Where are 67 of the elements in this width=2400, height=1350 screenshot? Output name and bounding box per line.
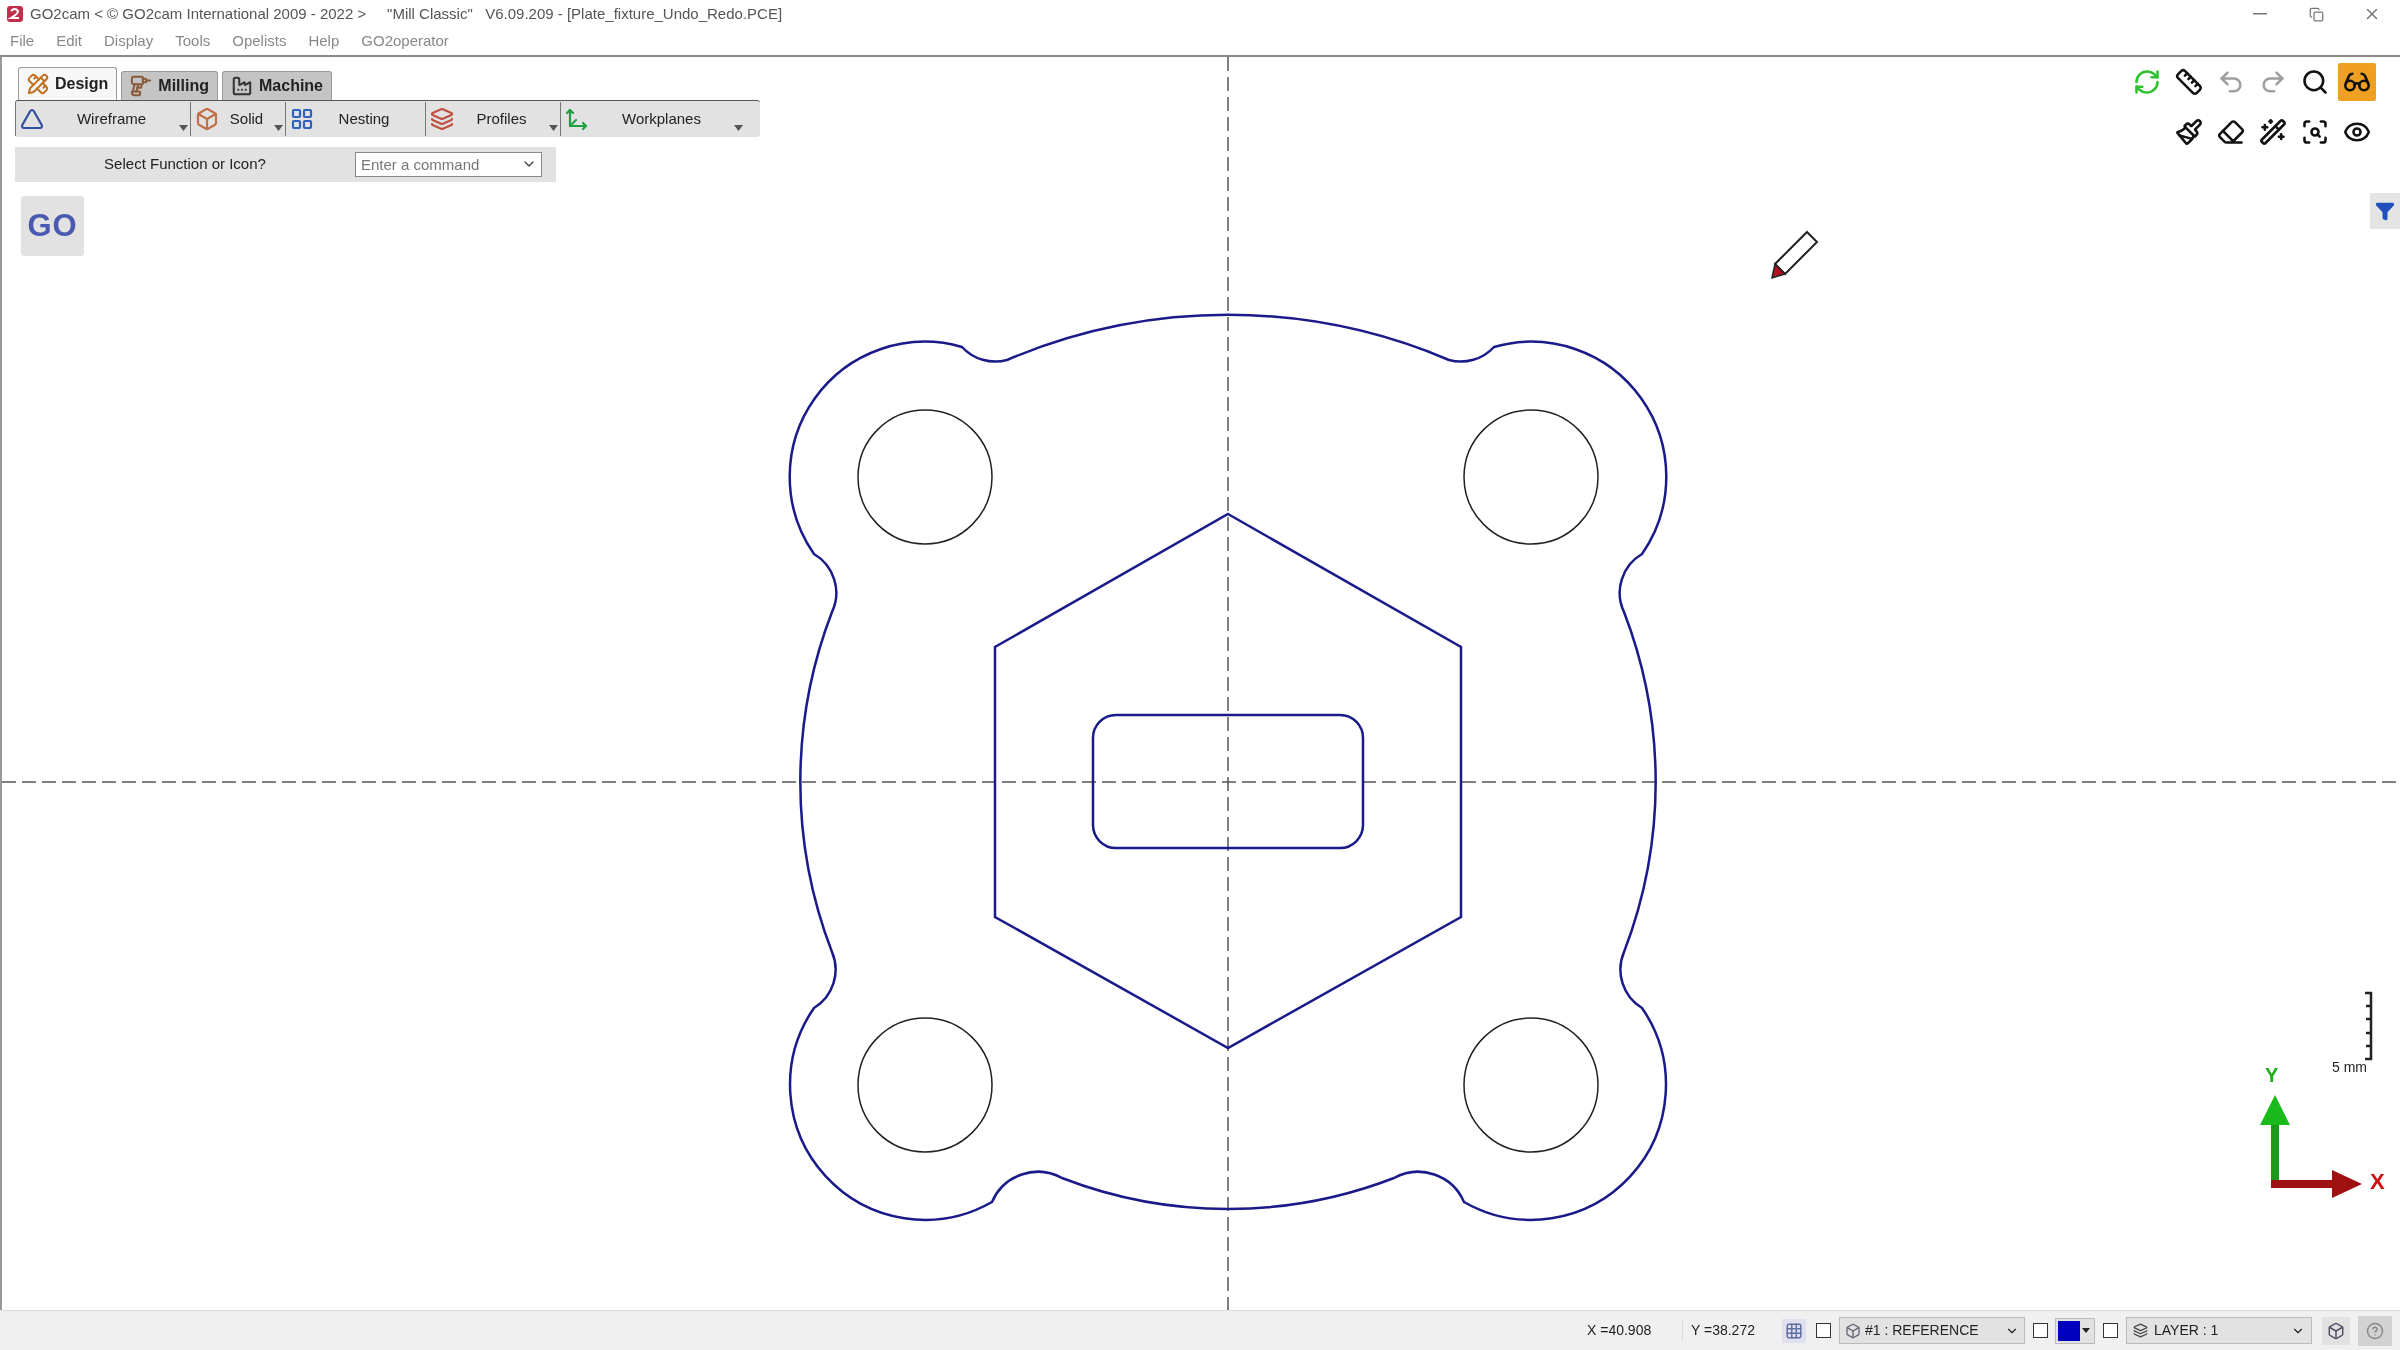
dropdown-caret-icon: [274, 125, 283, 131]
dropdown-caret-icon: [734, 125, 743, 131]
menu-item[interactable]: Tools: [175, 30, 211, 53]
go-button[interactable]: GO: [21, 196, 84, 256]
solid-box-icon: [195, 107, 219, 131]
color-picker[interactable]: [2055, 1317, 2095, 1344]
dropdown-caret-icon: [2082, 1328, 2090, 1333]
redo-icon: [2259, 68, 2287, 96]
checkbox[interactable]: [2103, 1323, 2118, 1338]
scale-label: 5 mm: [2332, 1058, 2367, 1077]
eraser-icon: [2217, 118, 2245, 146]
grid-icon: [1785, 1321, 1803, 1340]
checkbox[interactable]: [2033, 1323, 2048, 1338]
layer-dropdown[interactable]: LAYER : 1: [2126, 1317, 2312, 1344]
toolbar-button[interactable]: Nesting: [285, 102, 425, 136]
grid-button[interactable]: [1782, 1318, 1806, 1343]
toolbar-button[interactable]: Profiles: [425, 102, 560, 136]
dropdown-caret-icon: [549, 125, 558, 131]
zoom-fit-icon: [2301, 118, 2329, 146]
help-button[interactable]: [2358, 1315, 2392, 1346]
command-field[interactable]: Enter a command: [355, 152, 542, 177]
menu-item[interactable]: File: [10, 30, 35, 53]
help-icon: [2366, 1321, 2384, 1340]
ribbon-tab[interactable]: Milling: [121, 71, 218, 100]
view-cube-button[interactable]: [2322, 1316, 2350, 1345]
toolbar-button[interactable]: Solid: [190, 102, 285, 136]
filter-icon: [2375, 201, 2395, 221]
toolbar-button[interactable]: Workplanes: [560, 102, 745, 136]
menu-item[interactable]: Opelists: [232, 30, 287, 53]
ruler-icon: [2175, 68, 2203, 96]
menu-item[interactable]: Edit: [56, 30, 83, 53]
y-axis-label: Y: [2265, 1065, 2279, 1085]
minimize-icon: [2253, 13, 2267, 15]
layers-icon: [430, 107, 454, 131]
command-prompt: Select Function or Icon?: [103, 154, 267, 175]
factory-icon: [231, 75, 253, 97]
triangle-icon: [20, 107, 44, 131]
view-tool-button[interactable]: [2338, 63, 2376, 101]
search-icon: [2301, 68, 2329, 96]
x-axis-label: X: [2370, 1171, 2385, 1193]
menu-item[interactable]: Help: [308, 30, 340, 53]
pencil-cursor-icon: [1771, 230, 1819, 280]
ribbon-tab[interactable]: Design: [18, 67, 118, 100]
scale-bar: [2363, 991, 2373, 1061]
layers-icon: [2133, 1323, 2148, 1338]
toolbar-button[interactable]: Wireframe: [15, 102, 190, 136]
grid-icon: [290, 107, 314, 131]
window-title: GO2cam < © GO2cam International 2009 - 2022 > "Mill Classic" V6.09.209 - [Plate_fixture_Undo_Redo.PCE]: [30, 3, 783, 24]
magic-wand-icon: [2259, 118, 2287, 146]
menu-item[interactable]: GO2operator: [361, 30, 449, 53]
axes-icon: [565, 107, 589, 131]
restore-icon: [2308, 6, 2324, 22]
x-coordinate: X =40.908: [1587, 1321, 1653, 1340]
undo-icon: [2217, 68, 2245, 96]
pencil-ruler-icon: [27, 73, 49, 95]
ribbon-tab[interactable]: Machine: [222, 71, 332, 100]
plane-dropdown[interactable]: #1 : REFERENCE: [1839, 1317, 2025, 1344]
drill-icon: [130, 75, 153, 97]
paintbrush-icon: [2175, 118, 2203, 146]
checkbox[interactable]: [1816, 1323, 1831, 1338]
cube-icon: [2327, 1321, 2345, 1340]
menu-item[interactable]: Display: [104, 30, 154, 53]
filter-button[interactable]: [2370, 193, 2400, 229]
dropdown-caret-icon: [179, 125, 188, 131]
refresh-icon: [2133, 68, 2161, 96]
app-logo-icon: [6, 5, 24, 23]
cube-icon: [1845, 1322, 1861, 1339]
